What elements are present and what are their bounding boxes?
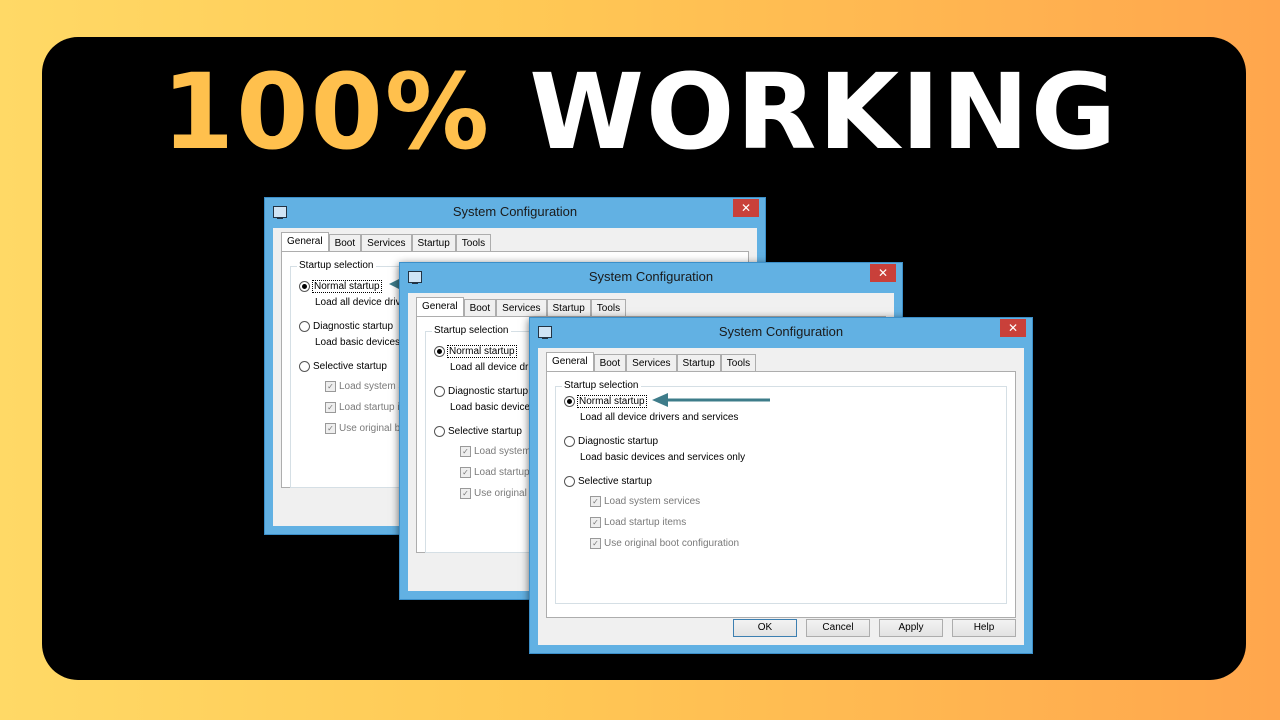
- radio-icon: [564, 436, 575, 447]
- help-button[interactable]: Help: [952, 619, 1016, 637]
- tab-general[interactable]: General: [546, 352, 594, 371]
- tab-startup[interactable]: Startup: [411, 234, 456, 251]
- title-bar[interactable]: System Configuration ✕: [530, 318, 1032, 346]
- tab-strip: General Boot Services Startup Tools: [546, 352, 757, 372]
- normal-startup-desc: Load all device drivers and services: [580, 412, 739, 423]
- diagnostic-startup-radio[interactable]: Diagnostic startup: [299, 321, 393, 332]
- close-button[interactable]: ✕: [870, 264, 896, 282]
- tab-page-general: Startup selection Normal startup Load al…: [546, 371, 1016, 618]
- tab-tools[interactable]: Tools: [455, 234, 492, 251]
- tab-general[interactable]: General: [416, 297, 464, 316]
- radio-selected-icon: [564, 396, 575, 407]
- tab-general[interactable]: General: [281, 232, 329, 251]
- normal-startup-radio[interactable]: Normal startup: [299, 280, 382, 294]
- pointer-arrow-icon: [652, 393, 770, 407]
- checkbox-icon: ✓: [460, 488, 471, 499]
- selective-startup-radio[interactable]: Selective startup: [299, 361, 387, 372]
- selective-startup-radio[interactable]: Selective startup: [564, 476, 652, 487]
- checkbox-icon: ✓: [325, 423, 336, 434]
- checkbox-icon: ✓: [590, 517, 601, 528]
- tab-strip: General Boot Services Startup Tools: [416, 297, 627, 317]
- normal-startup-radio[interactable]: Normal startup: [434, 345, 517, 359]
- dialog-body: General Boot Services Startup Tools Star…: [538, 348, 1024, 645]
- headline: 100% WORKING: [0, 52, 1280, 172]
- checkbox-icon: ✓: [460, 446, 471, 457]
- radio-selected-icon: [434, 346, 445, 357]
- checkbox-icon: ✓: [590, 538, 601, 549]
- radio-icon: [434, 426, 445, 437]
- selective-startup-radio[interactable]: Selective startup: [434, 426, 522, 437]
- close-button[interactable]: ✕: [733, 199, 759, 217]
- load-startup-items-checkbox[interactable]: ✓ Load startup items: [590, 517, 686, 528]
- checkbox-icon: ✓: [460, 467, 471, 478]
- group-label: Startup selection: [297, 260, 376, 271]
- radio-icon: [564, 476, 575, 487]
- tab-boot[interactable]: Boot: [463, 299, 497, 316]
- title-bar[interactable]: System Configuration ✕: [265, 198, 765, 226]
- tab-boot[interactable]: Boot: [328, 234, 362, 251]
- headline-working: WORKING: [529, 51, 1119, 173]
- diagnostic-startup-radio[interactable]: Diagnostic startup: [434, 386, 528, 397]
- tab-tools[interactable]: Tools: [720, 354, 757, 371]
- radio-icon: [299, 321, 310, 332]
- close-button[interactable]: ✕: [1000, 319, 1026, 337]
- radio-icon: [299, 361, 310, 372]
- cancel-button[interactable]: Cancel: [806, 619, 870, 637]
- checkbox-icon: ✓: [325, 381, 336, 392]
- load-system-services-checkbox[interactable]: ✓ Load system services: [590, 496, 700, 507]
- tab-tools[interactable]: Tools: [590, 299, 627, 316]
- close-icon: ✕: [740, 201, 752, 215]
- button-row: OK Cancel Apply Help: [724, 619, 1016, 637]
- ok-button[interactable]: OK: [733, 619, 797, 637]
- diagnostic-startup-desc: Load basic devices and services only: [580, 452, 746, 463]
- normal-startup-radio[interactable]: Normal startup: [564, 395, 647, 409]
- use-original-boot-checkbox[interactable]: ✓Use original boot configuration: [590, 538, 739, 549]
- close-icon: ✕: [877, 266, 889, 280]
- checkbox-icon: ✓: [590, 496, 601, 507]
- radio-icon: [434, 386, 445, 397]
- checkbox-icon: ✓: [325, 402, 336, 413]
- close-icon: ✕: [1007, 321, 1019, 335]
- tab-services[interactable]: Services: [626, 354, 677, 371]
- title-bar[interactable]: System Configuration ✕: [400, 263, 902, 291]
- group-label: Startup selection: [562, 380, 641, 391]
- tab-services[interactable]: Services: [361, 234, 412, 251]
- startup-selection-group: Startup selection Normal startup Load al…: [555, 380, 1007, 604]
- diagnostic-startup-radio[interactable]: Diagnostic startup: [564, 436, 658, 447]
- tab-startup[interactable]: Startup: [676, 354, 721, 371]
- window-title: System Configuration: [588, 269, 714, 284]
- window-title: System Configuration: [718, 324, 844, 339]
- radio-selected-icon: [299, 281, 310, 292]
- apply-button[interactable]: Apply: [879, 619, 943, 637]
- headline-percent: 100%: [161, 51, 492, 173]
- system-config-window-front: System Configuration ✕ General Boot Serv…: [529, 317, 1033, 654]
- window-title: System Configuration: [452, 204, 578, 219]
- tab-boot[interactable]: Boot: [593, 354, 627, 371]
- tab-services[interactable]: Services: [496, 299, 547, 316]
- tab-startup[interactable]: Startup: [546, 299, 591, 316]
- group-label: Startup selection: [432, 325, 511, 336]
- tab-strip: General Boot Services Startup Tools: [281, 232, 492, 252]
